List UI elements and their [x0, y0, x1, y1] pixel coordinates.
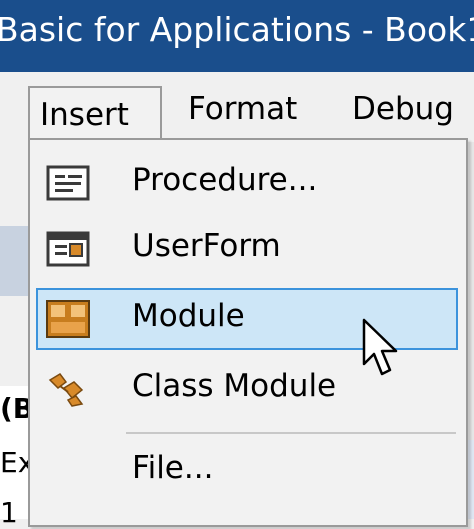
class-module-icon [48, 373, 84, 407]
procedure-icon [46, 165, 90, 201]
title-bar: Basic for Applications - Book1 [0, 0, 474, 72]
project-tree-selection [0, 226, 30, 296]
properties-pane: (B Ex 1 (Sheet1) [0, 386, 147, 529]
window-title: Basic for Applications - Book1 [0, 10, 474, 49]
menu-item-procedure[interactable]: Procedure... [36, 152, 458, 214]
menu-format-label: Format [188, 91, 298, 127]
menu-item-label: Procedure... [132, 162, 318, 198]
menu-item-file[interactable]: File... [36, 440, 458, 502]
menu-debug-label: Debug [352, 91, 454, 127]
menu-item-label: Module [132, 298, 245, 334]
userform-icon [46, 231, 90, 267]
insert-dropdown-menu: Procedure... UserForm Module Class Modul… [28, 138, 468, 527]
mouse-cursor-icon [362, 318, 398, 376]
module-icon [46, 300, 90, 338]
menu-bar: Insert Format Debug [0, 72, 474, 142]
menu-debug[interactable]: Debug [342, 86, 464, 132]
menu-item-label: Class Module [132, 368, 337, 404]
menu-item-userform[interactable]: UserForm [36, 218, 458, 280]
menu-item-label: UserForm [132, 228, 281, 264]
menu-insert-label: Insert [40, 97, 129, 133]
menu-item-label: File... [132, 450, 214, 486]
menu-separator [126, 432, 456, 434]
menu-insert[interactable]: Insert [28, 86, 162, 142]
menu-format[interactable]: Format [178, 86, 307, 132]
